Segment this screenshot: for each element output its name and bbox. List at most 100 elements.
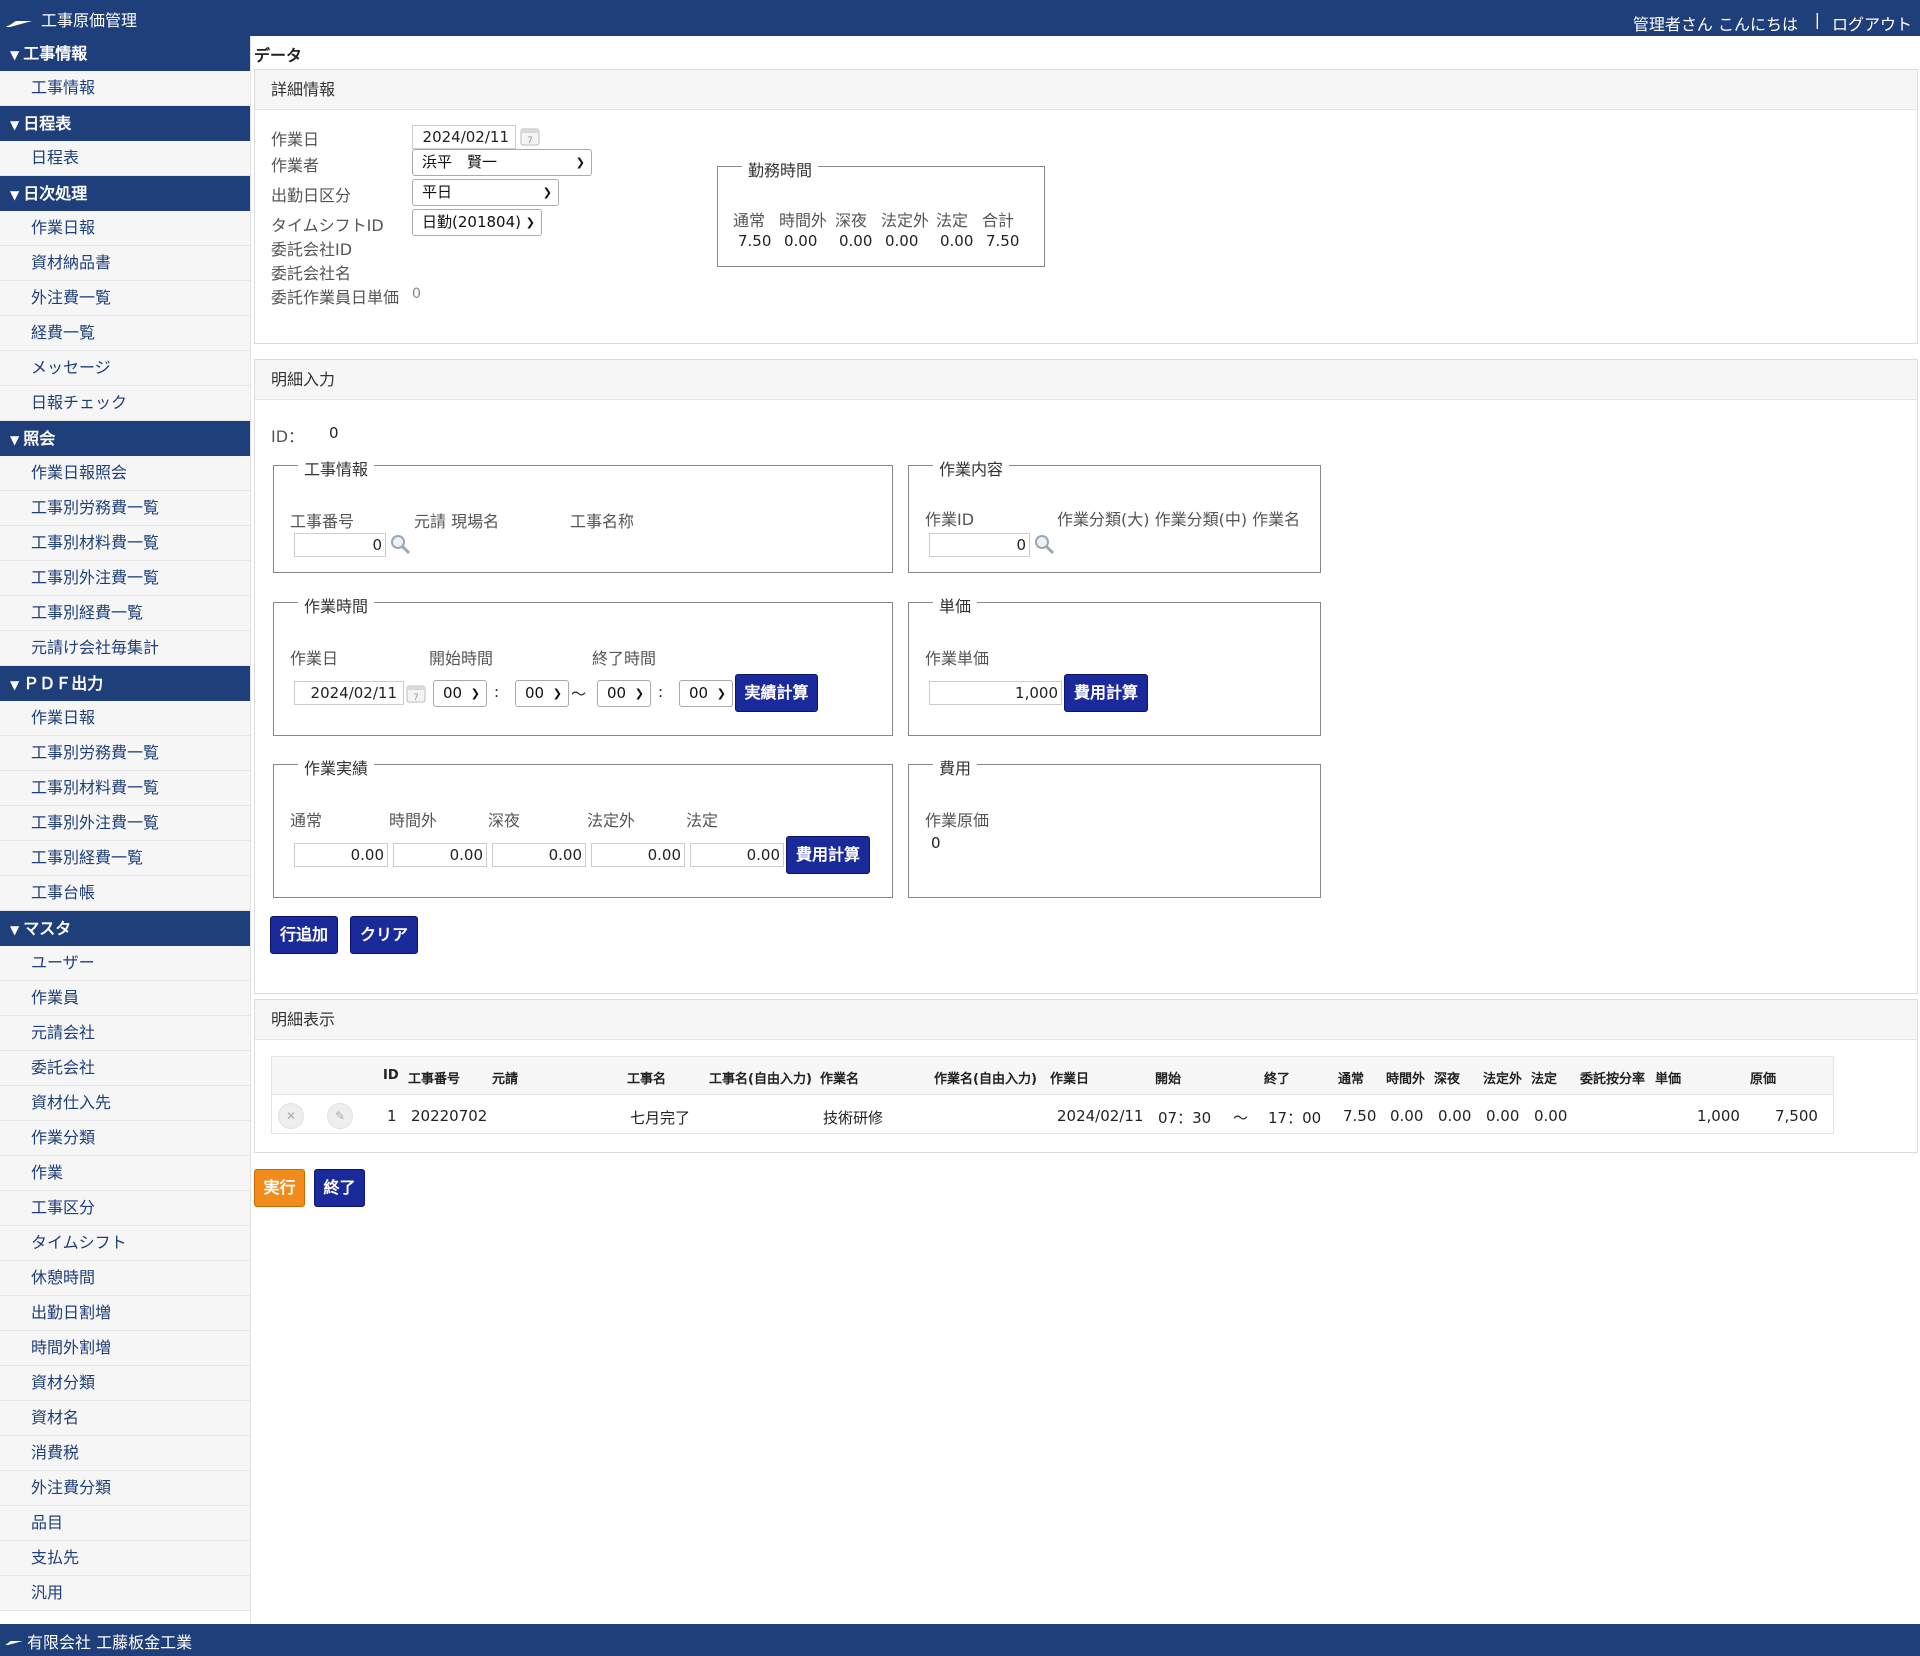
kouji-number-label: 工事番号: [290, 512, 355, 531]
extra-legal-input[interactable]: 0.00: [591, 843, 685, 867]
sidebar-item[interactable]: 元請け会社毎集計: [0, 631, 250, 666]
calendar-icon[interactable]: 7: [405, 682, 427, 704]
add-row-button[interactable]: 行追加: [270, 916, 338, 954]
list-panel: 明細表示 ID 工事番号 元請 工事名 工事名(自由入力) 作業名 作業名(自由…: [254, 999, 1918, 1153]
sidebar-item[interactable]: 作業日報: [0, 211, 250, 246]
work-hours-value: 7.50: [738, 232, 772, 250]
sidebar-item[interactable]: 工事別材料費一覧: [0, 526, 250, 561]
calendar-icon[interactable]: 7: [519, 125, 541, 147]
sidebar-item[interactable]: 工事台帳: [0, 876, 250, 911]
sidebar-nav: ▼ 工事情報 工事情報 ▼ 日程表 日程表 ▼ 日次処理 作業日報 資材納品書 外注費一覧 経費一覧メ…: [0, 36, 251, 1624]
sidebar-item[interactable]: 休憩時間: [0, 1261, 250, 1296]
calc-cost-button[interactable]: 費用計算: [1064, 674, 1148, 712]
cell-extra-legal: 0.00: [1486, 1107, 1520, 1125]
sidebar-item[interactable]: 支払先: [0, 1541, 250, 1576]
sidebar-item[interactable]: 作業員: [0, 981, 250, 1016]
sidebar-item[interactable]: 工事別労務費一覧: [0, 736, 250, 771]
chevron-down-icon: ❯: [542, 186, 552, 199]
detail-table: ID 工事番号 元請 工事名 工事名(自由入力) 作業名 作業名(自由入力) 作…: [271, 1056, 1834, 1134]
sidebar-item[interactable]: 工事別外注費一覧: [0, 561, 250, 596]
sidebar-item[interactable]: 汎用: [0, 1576, 250, 1611]
sidebar-item[interactable]: ユーザー: [0, 946, 250, 981]
contractor-name-label: 委託会社名: [271, 264, 352, 283]
start-hour-select[interactable]: 00 ❯: [433, 680, 487, 707]
sidebar-item[interactable]: 経費一覧: [0, 316, 250, 351]
sidebar-item[interactable]: 消費税: [0, 1436, 250, 1471]
sidebar-item[interactable]: 作業分類: [0, 1121, 250, 1156]
sidebar-section-header[interactable]: ▼ 工事情報: [0, 36, 250, 71]
sidebar-item[interactable]: 時間外割増: [0, 1331, 250, 1366]
entry-work-date-input[interactable]: 2024/02/11: [294, 681, 404, 705]
delete-row-button[interactable]: ✕: [278, 1103, 304, 1129]
company-logo-icon: [5, 1633, 23, 1645]
sidebar-item[interactable]: 工事別材料費一覧: [0, 771, 250, 806]
overtime-input[interactable]: 0.00: [393, 843, 487, 867]
sidebar-item[interactable]: 外注費分類: [0, 1471, 250, 1506]
end-minute-select[interactable]: 00 ❯: [679, 680, 733, 707]
kouji-number-input[interactable]: 0: [294, 533, 386, 557]
attendance-type-select[interactable]: 平日 ❯: [412, 179, 559, 206]
sidebar-item[interactable]: 出勤日割増: [0, 1296, 250, 1331]
sidebar-item[interactable]: 外注費一覧: [0, 281, 250, 316]
collapse-triangle-icon: ▼: [10, 433, 20, 447]
end-hour-select[interactable]: 00 ❯: [597, 680, 651, 707]
sidebar-section-header[interactable]: ▼ 日次処理: [0, 176, 250, 211]
table-header: ID 工事番号 元請 工事名 工事名(自由入力) 作業名 作業名(自由入力) 作…: [272, 1057, 1833, 1095]
sidebar-item[interactable]: 資材名: [0, 1401, 250, 1436]
sagyou-id-input[interactable]: 0: [929, 533, 1030, 557]
legal-input[interactable]: 0.00: [690, 843, 784, 867]
chevron-down-icon: ❯: [716, 687, 726, 700]
calc-actual-button[interactable]: 実績計算: [735, 674, 818, 712]
sidebar-section-header[interactable]: ▼ ＰＤＦ出力: [0, 666, 250, 701]
sidebar-item[interactable]: 工事別経費一覧: [0, 841, 250, 876]
end-time-label: 終了時間: [592, 649, 657, 668]
sidebar-item[interactable]: 工事情報: [0, 71, 250, 106]
sidebar-item[interactable]: 委託会社: [0, 1051, 250, 1086]
sidebar-item[interactable]: 工事別経費一覧: [0, 596, 250, 631]
sidebar-item[interactable]: タイムシフト: [0, 1226, 250, 1261]
sidebar-item[interactable]: 作業日報: [0, 701, 250, 736]
sidebar-item[interactable]: 資材仕入先: [0, 1086, 250, 1121]
logout-link[interactable]: ログアウト: [1832, 11, 1912, 35]
sagyou-content-box: 作業内容 作業ID 作業分類(大) 作業分類(中) 作業名 0: [908, 456, 1321, 573]
search-icon[interactable]: [389, 533, 411, 555]
unit-price-input[interactable]: 1,000: [929, 681, 1062, 705]
contract-unit-price-label: 委託作業員日単価: [271, 288, 400, 307]
work-results-legend: 作業実績: [298, 755, 375, 779]
time-colon: :: [658, 683, 664, 701]
search-icon[interactable]: [1033, 533, 1055, 555]
col-header: 法定外: [1483, 1072, 1523, 1087]
worker-select[interactable]: 浜平 賢一 ❯: [412, 149, 592, 176]
unit-price-legend: 単価: [933, 593, 978, 617]
user-greeting: 管理者さん こんにちは: [1632, 15, 1798, 34]
sidebar-section-header[interactable]: ▼ 照会: [0, 421, 250, 456]
finish-button[interactable]: 終了: [314, 1169, 365, 1207]
normal-input[interactable]: 0.00: [294, 843, 388, 867]
sidebar-item[interactable]: 品目: [0, 1506, 250, 1541]
calc-cost-button-2[interactable]: 費用計算: [786, 836, 870, 874]
night-input[interactable]: 0.00: [492, 843, 586, 867]
sidebar-item[interactable]: 元請会社: [0, 1016, 250, 1051]
sidebar-item[interactable]: メッセージ: [0, 351, 250, 386]
sidebar-section-header[interactable]: ▼ マスタ: [0, 911, 250, 946]
cost-box: 費用 作業原価 0: [908, 755, 1321, 898]
sidebar-item[interactable]: 工事区分: [0, 1191, 250, 1226]
sidebar-item[interactable]: 工事別労務費一覧: [0, 491, 250, 526]
sidebar-item[interactable]: 日報チェック: [0, 386, 250, 421]
work-date-input[interactable]: 2024/02/11: [412, 125, 516, 149]
edit-row-button[interactable]: ✎: [327, 1103, 353, 1129]
sidebar-item[interactable]: 資材納品書: [0, 246, 250, 281]
start-minute-select[interactable]: 00 ❯: [515, 680, 569, 707]
unit-price-label: 作業単価: [925, 649, 990, 668]
entry-id-label: ID：: [271, 427, 305, 446]
sidebar-item[interactable]: 作業日報照会: [0, 456, 250, 491]
sidebar-item[interactable]: 資材分類: [0, 1366, 250, 1401]
execute-button[interactable]: 実行: [254, 1169, 305, 1207]
sidebar-item[interactable]: 日程表: [0, 141, 250, 176]
sidebar-item[interactable]: 作業: [0, 1156, 250, 1191]
work-hours-header: 合計: [982, 211, 1015, 230]
sidebar-section-header[interactable]: ▼ 日程表: [0, 106, 250, 141]
timeshift-id-select[interactable]: 日勤(201804) ❯: [412, 209, 542, 236]
clear-button[interactable]: クリア: [350, 916, 418, 954]
sidebar-item[interactable]: 工事別外注費一覧: [0, 806, 250, 841]
